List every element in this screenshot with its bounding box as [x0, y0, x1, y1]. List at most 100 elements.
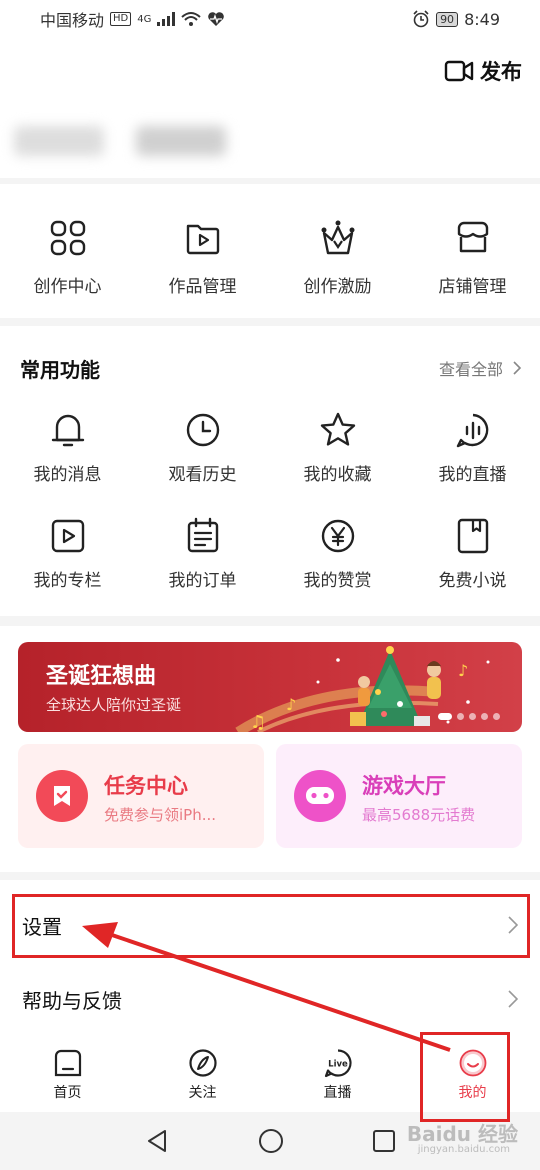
clock-icon — [186, 413, 219, 447]
network-label: 4G — [137, 13, 152, 25]
task-center-card[interactable]: 任务中心 免费参与领iPh... — [18, 744, 264, 848]
shop-management-button[interactable]: 店铺管理 — [405, 184, 540, 318]
folder-play-icon — [186, 224, 219, 255]
smile-face-icon — [459, 1049, 486, 1077]
tab-live[interactable]: Live 直播 — [270, 1040, 405, 1112]
free-novels-button[interactable]: 免费小说 — [405, 516, 540, 591]
blurred-stat-2 — [136, 126, 226, 156]
help-feedback-item[interactable]: 帮助与反馈 — [0, 964, 540, 1034]
my-orders-button[interactable]: 我的订单 — [135, 516, 270, 591]
grid-icon — [50, 220, 85, 256]
creator-incentive-button[interactable]: 创作激励 — [270, 184, 405, 318]
carousel-dot — [481, 713, 488, 720]
function-label: 我的消息 — [33, 465, 102, 485]
section-title: 常用功能 — [20, 358, 100, 382]
star-icon — [320, 412, 355, 446]
settings-item[interactable]: 设置 — [0, 890, 540, 960]
heart-rate-icon — [208, 12, 225, 26]
profile-header: 发布 — [0, 38, 540, 178]
carousel-dot — [438, 713, 452, 720]
baidu-watermark-url: jingyan.baidu.com — [417, 1144, 510, 1155]
compass-icon — [188, 1049, 217, 1077]
task-center-title: 任务中心 — [104, 774, 188, 798]
creator-tool-label: 店铺管理 — [438, 277, 507, 297]
function-label: 我的订单 — [168, 571, 237, 591]
function-label: 观看历史 — [168, 465, 237, 485]
battery-level: 90 — [436, 11, 459, 27]
settings-list: 设置 帮助与反馈 — [0, 880, 540, 1040]
my-column-button[interactable]: 我的专栏 — [0, 516, 135, 591]
view-all-link[interactable]: 查看全部 — [439, 356, 522, 380]
christmas-banner[interactable]: ♪ ♫ ♪ 圣诞狂想曲 全球达人陪你过圣诞 — [18, 642, 522, 732]
my-live-button[interactable]: 我的直播 — [405, 410, 540, 485]
creator-center-button[interactable]: 创作中心 — [0, 184, 135, 318]
signal-icon — [157, 12, 176, 26]
promo-card: ♪ ♫ ♪ 圣诞狂想曲 全球达人陪你过圣诞 任务中心 免费参与领iPh... 游… — [0, 626, 540, 872]
shop-icon — [457, 221, 488, 253]
creator-tools-card: 创作中心 作品管理 创作激励 店铺管理 — [0, 184, 540, 318]
status-bar: 中国移动 HD 4G 90 8:49 — [0, 0, 540, 38]
my-appreciation-button[interactable]: 我的赞赏 — [270, 516, 405, 591]
order-list-icon — [187, 517, 218, 553]
tab-follow[interactable]: 关注 — [135, 1040, 270, 1112]
book-icon — [457, 518, 488, 554]
gamepad-icon — [294, 770, 346, 822]
function-label: 我的专栏 — [33, 571, 102, 591]
play-box-icon — [51, 519, 84, 553]
game-hall-card[interactable]: 游戏大厅 最高5688元话费 — [276, 744, 522, 848]
alarm-icon — [413, 10, 429, 28]
common-functions-card: 常用功能 查看全部 我的消息 观看历史 我的收藏 我的直播 我的专栏 我的订单 — [0, 326, 540, 616]
recents-square-icon[interactable] — [372, 1129, 396, 1153]
svg-text:♪: ♪ — [286, 695, 296, 714]
svg-text:Live: Live — [328, 1060, 348, 1070]
tab-home[interactable]: 首页 — [0, 1040, 135, 1112]
bottom-tab-bar: 首页 关注 Live 直播 我的 — [0, 1040, 540, 1112]
help-feedback-label: 帮助与反馈 — [22, 988, 122, 1013]
chevron-right-icon — [513, 361, 522, 375]
clock-time: 8:49 — [464, 9, 500, 29]
tab-label: 首页 — [53, 1085, 82, 1101]
task-center-subtitle: 免费参与领iPh... — [104, 806, 217, 824]
task-center-icon — [36, 770, 88, 822]
tab-label: 我的 — [458, 1085, 487, 1101]
creator-tool-label: 作品管理 — [168, 277, 237, 297]
hd-badge: HD — [110, 12, 132, 26]
video-camera-icon — [444, 60, 474, 82]
function-label: 免费小说 — [438, 571, 507, 591]
svg-text:♪: ♪ — [458, 661, 468, 680]
game-hall-subtitle: 最高5688元话费 — [362, 806, 476, 824]
svg-text:♫: ♫ — [250, 712, 266, 732]
publish-label: 发布 — [480, 60, 522, 84]
chevron-right-icon — [508, 916, 518, 934]
carousel-dot — [469, 713, 476, 720]
live-icon: Live — [324, 1049, 352, 1078]
tab-label: 关注 — [188, 1085, 217, 1101]
function-label: 我的赞赏 — [303, 571, 372, 591]
my-favorites-button[interactable]: 我的收藏 — [270, 410, 405, 485]
home-circle-icon[interactable] — [258, 1128, 284, 1154]
game-hall-title: 游戏大厅 — [362, 774, 446, 798]
view-all-label: 查看全部 — [438, 360, 503, 379]
chevron-right-icon — [508, 990, 518, 1008]
creator-tool-label: 创作激励 — [303, 277, 372, 297]
bell-icon — [51, 414, 84, 447]
carousel-dot — [493, 713, 500, 720]
carousel-dot — [457, 713, 464, 720]
wifi-icon — [181, 12, 202, 26]
my-messages-button[interactable]: 我的消息 — [0, 410, 135, 485]
works-management-button[interactable]: 作品管理 — [135, 184, 270, 318]
live-audio-icon — [456, 413, 488, 448]
yen-icon — [321, 519, 354, 553]
settings-label: 设置 — [22, 914, 62, 939]
watch-history-button[interactable]: 观看历史 — [135, 410, 270, 485]
crown-basket-icon — [321, 220, 354, 255]
tab-me[interactable]: 我的 — [405, 1040, 540, 1112]
back-triangle-icon[interactable] — [144, 1128, 170, 1154]
function-label: 我的收藏 — [303, 465, 372, 485]
carousel-indicator — [438, 713, 500, 720]
creator-tool-label: 创作中心 — [33, 277, 102, 297]
banner-title: 圣诞狂想曲 — [46, 664, 157, 689]
publish-button[interactable]: 发布 — [444, 56, 522, 86]
baidu-watermark: Baidu 经验 — [406, 1122, 518, 1146]
function-label: 我的直播 — [438, 465, 507, 485]
